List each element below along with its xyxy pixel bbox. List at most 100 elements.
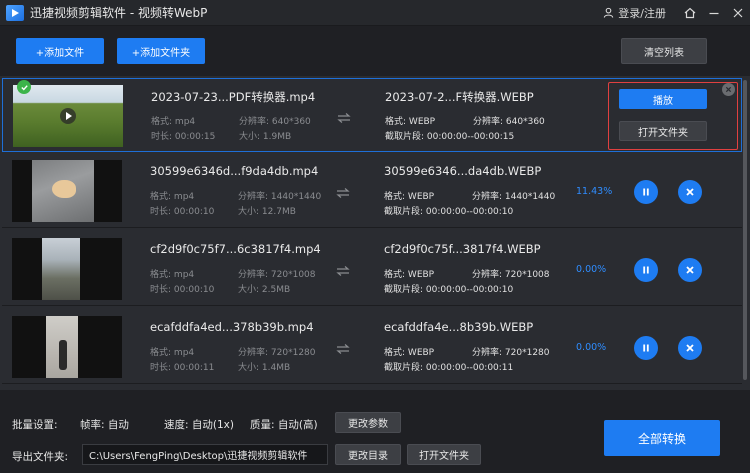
export-path-input[interactable]: [82, 444, 328, 465]
source-resolution: 分辨率: 720*1280: [238, 348, 316, 358]
output-file-name: 2023-07-2...F转换器.WEBP: [385, 90, 534, 104]
frame-rate-value: 帧率: 自动: [80, 419, 129, 431]
file-row[interactable]: cf2d9f0c75f7...6c3817f4.mp4 格式: mp4 分辨率:…: [2, 232, 742, 306]
batch-settings-label: 批量设置:: [12, 419, 58, 431]
speed-value: 速度: 自动(1x): [164, 419, 234, 431]
source-format: 格式: mp4: [150, 192, 195, 202]
output-clip: 截取片段: 00:00:00--00:00:10: [384, 285, 514, 295]
video-thumbnail[interactable]: [12, 160, 122, 222]
cancel-icon: [686, 344, 694, 352]
output-format: 格式: WEBP: [384, 192, 435, 202]
output-resolution: 分辨率: 720*1008: [472, 270, 550, 280]
app-logo-icon: [6, 4, 24, 21]
swap-arrows-icon: [336, 188, 350, 198]
pause-icon: [643, 266, 649, 274]
home-icon: [684, 7, 696, 18]
source-resolution: 分辨率: 720*1008: [238, 270, 316, 280]
video-thumbnail[interactable]: [12, 238, 122, 300]
source-format: 格式: mp4: [150, 270, 195, 280]
output-resolution: 分辨率: 1440*1440: [472, 192, 556, 202]
login-label: 登录/注册: [618, 6, 666, 20]
toolbar: +添加文件 +添加文件夹 清空列表: [0, 27, 750, 75]
login-link[interactable]: 登录/注册: [603, 5, 666, 21]
quality-value: 质量: 自动(高): [250, 419, 318, 431]
user-icon: [604, 7, 614, 18]
progress-percent: 11.43%: [576, 186, 613, 197]
cancel-button[interactable]: [678, 336, 702, 360]
play-icon[interactable]: [60, 108, 76, 124]
output-format: 格式: WEBP: [384, 348, 435, 358]
source-size: 大小: 2.5MB: [238, 285, 291, 295]
source-format: 格式: mp4: [151, 117, 196, 127]
file-row[interactable]: 2023-07-23...PDF转换器.mp4 格式: mp4 分辨率: 640…: [2, 78, 742, 152]
file-row[interactable]: ecafddfa4ed...378b39b.mp4 格式: mp4 分辨率: 7…: [2, 310, 742, 384]
scrollbar-thumb[interactable]: [743, 80, 747, 380]
clear-list-button[interactable]: 清空列表: [621, 38, 707, 64]
add-file-button[interactable]: +添加文件: [16, 38, 104, 64]
output-file-name: cf2d9f0c75f...3817f4.WEBP: [384, 242, 541, 256]
source-duration: 时长: 00:00:15: [151, 132, 216, 142]
source-file-name: 30599e6346d...f9da4db.mp4: [150, 164, 319, 178]
source-format: 格式: mp4: [150, 348, 195, 358]
pause-button[interactable]: [634, 336, 658, 360]
file-row[interactable]: [2, 388, 742, 390]
open-export-folder-button[interactable]: 打开文件夹: [407, 444, 481, 465]
output-file-name: 30599e6346...da4db.WEBP: [384, 164, 542, 178]
output-clip: 截取片段: 00:00:00--00:00:10: [384, 207, 514, 217]
checkmark-icon: [17, 80, 31, 94]
close-window-button[interactable]: [726, 1, 750, 25]
open-folder-row-button[interactable]: 打开文件夹: [619, 121, 707, 141]
minimize-button[interactable]: [702, 1, 726, 25]
app-name: 迅捷视频剪辑软件: [30, 6, 127, 20]
pause-icon: [643, 344, 649, 352]
source-duration: 时长: 00:00:10: [150, 285, 215, 295]
file-row[interactable]: 30599e6346d...f9da4db.mp4 格式: mp4 分辨率: 1…: [2, 154, 742, 228]
swap-arrows-icon: [336, 344, 350, 354]
source-resolution: 分辨率: 640*360: [239, 117, 311, 127]
bottom-settings: 批量设置: 帧率: 自动 速度: 自动(1x) 质量: 自动(高) 更改参数 导…: [0, 392, 750, 473]
source-duration: 时长: 00:00:11: [150, 363, 215, 373]
window-title: 迅捷视频剪辑软件 - 视频转WebP: [30, 4, 207, 21]
output-format: 格式: WEBP: [384, 270, 435, 280]
progress-percent: 0.00%: [576, 264, 607, 275]
close-icon: [733, 8, 743, 17]
cancel-button[interactable]: [678, 258, 702, 282]
convert-all-button[interactable]: 全部转换: [604, 420, 720, 456]
change-dir-button[interactable]: 更改目录: [335, 444, 401, 465]
play-button[interactable]: 播放: [619, 89, 707, 109]
video-thumbnail[interactable]: [12, 316, 122, 378]
cancel-icon: [686, 188, 694, 196]
video-thumbnail[interactable]: [13, 85, 123, 147]
output-clip: 截取片段: 00:00:00--00:00:11: [384, 363, 514, 373]
output-clip: 截取片段: 00:00:00--00:00:15: [385, 132, 515, 142]
swap-arrows-icon: [336, 266, 350, 276]
source-duration: 时长: 00:00:10: [150, 207, 215, 217]
minimize-icon: [709, 12, 719, 14]
output-format: 格式: WEBP: [385, 117, 436, 127]
output-resolution: 分辨率: 640*360: [473, 117, 545, 127]
pause-button[interactable]: [634, 258, 658, 282]
pause-icon: [643, 188, 649, 196]
export-folder-label: 导出文件夹:: [12, 451, 69, 463]
remove-row-button[interactable]: [722, 83, 735, 96]
change-params-button[interactable]: 更改参数: [335, 412, 401, 433]
cancel-icon: [686, 266, 694, 274]
add-folder-button[interactable]: +添加文件夹: [117, 38, 205, 64]
output-file-name: ecafddfa4e...8b39b.WEBP: [384, 320, 534, 334]
source-size: 大小: 1.9MB: [239, 132, 292, 142]
title-separator: -: [129, 6, 135, 20]
swap-arrows-icon: [337, 113, 351, 123]
pause-button[interactable]: [634, 180, 658, 204]
file-list: 2023-07-23...PDF转换器.mp4 格式: mp4 分辨率: 640…: [0, 76, 750, 390]
module-name: 视频转WebP: [138, 6, 208, 20]
source-file-name: cf2d9f0c75f7...6c3817f4.mp4: [150, 242, 321, 256]
source-file-name: ecafddfa4ed...378b39b.mp4: [150, 320, 314, 334]
source-size: 大小: 1.4MB: [238, 363, 291, 373]
source-file-name: 2023-07-23...PDF转换器.mp4: [151, 90, 316, 104]
progress-percent: 0.00%: [576, 342, 607, 353]
cancel-button[interactable]: [678, 180, 702, 204]
output-resolution: 分辨率: 720*1280: [472, 348, 550, 358]
close-icon: [725, 86, 732, 93]
home-button[interactable]: [678, 1, 702, 25]
title-bar: 迅捷视频剪辑软件 - 视频转WebP 登录/注册: [0, 0, 750, 26]
